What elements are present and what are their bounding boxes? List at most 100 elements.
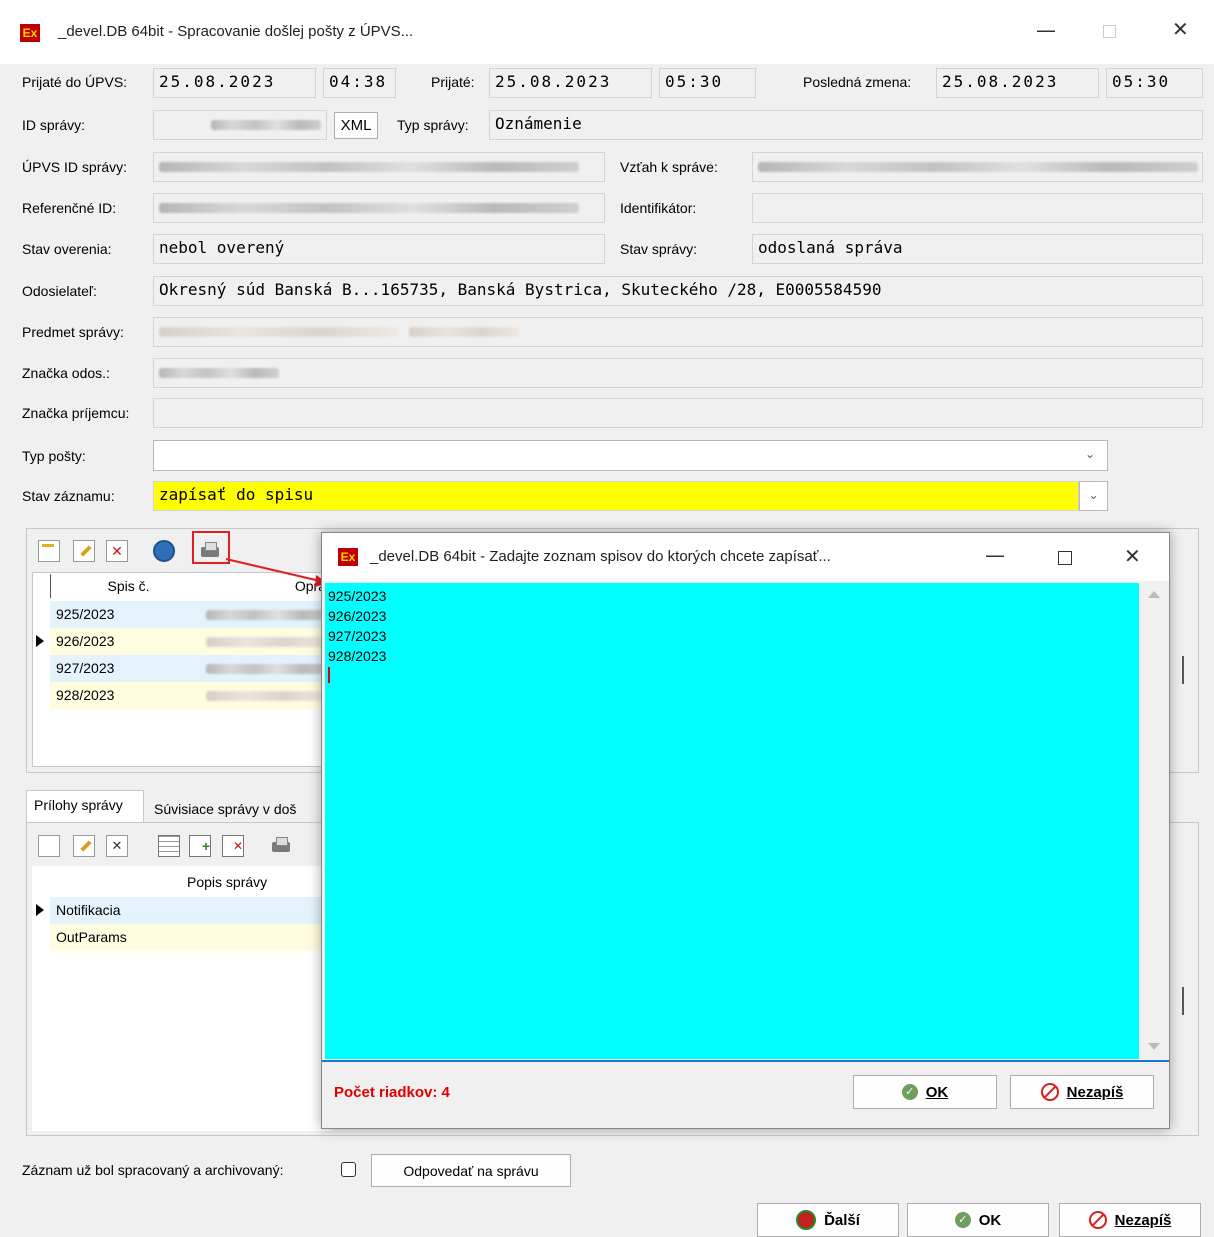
list-item[interactable]: OutParams (50, 924, 332, 951)
refresh-icon[interactable] (153, 540, 175, 562)
tab-suvisiace[interactable]: Súvisiace správy v doš (154, 801, 296, 817)
referencne-id-label: Referenčné ID: (22, 200, 117, 216)
predmet-field[interactable] (153, 317, 1203, 347)
table-icon[interactable] (158, 835, 180, 857)
delete-record-icon[interactable]: ✕ (106, 540, 128, 562)
prilohy-header[interactable]: Popis správy (50, 869, 332, 895)
odpovedat-button[interactable]: Odpovedať na správu (371, 1154, 571, 1187)
posledna-zmena-time[interactable]: 05:30 (1106, 68, 1203, 98)
predmet-label: Predmet správy: (22, 324, 124, 340)
window-title: _devel.DB 64bit - Spracovanie došlej poš… (58, 23, 414, 40)
identifikator-label: Identifikátor: (620, 200, 697, 216)
prijate-upvs-date[interactable]: 25.08.2023 (153, 68, 316, 98)
edit-record-icon[interactable] (73, 540, 95, 562)
prijate-time[interactable]: 05:30 (659, 68, 756, 98)
new-record-icon[interactable] (38, 540, 60, 562)
textarea-line: 925/2023 (328, 588, 387, 604)
textarea-line: 926/2023 (328, 608, 387, 624)
stav-zaznamu-dropdown[interactable]: ⌄ (1079, 481, 1108, 511)
ok-button[interactable]: ✓ OK (907, 1203, 1049, 1237)
table-row[interactable]: 928/2023 (50, 682, 332, 709)
spisy-header-spis[interactable]: Spis č. (50, 574, 200, 598)
prijate-upvs-time[interactable]: 04:38 (323, 68, 396, 98)
table-delete-icon[interactable]: ✕ (222, 835, 244, 857)
table-row[interactable]: 926/2023 (50, 628, 332, 655)
spis-cell: 926/2023 (56, 633, 115, 649)
stav-zaznamu-label: Stav záznamu: (22, 488, 115, 504)
chevron-down-icon[interactable]: ⌄ (1085, 447, 1099, 461)
table-row[interactable]: 927/2023 (50, 655, 332, 682)
dialog-ok-label: OK (925, 1083, 949, 1101)
prilohy-scroll-thumb[interactable] (1182, 987, 1184, 1015)
spisy-textarea[interactable]: 925/2023 926/2023 927/2023 928/2023 (325, 583, 1139, 1059)
edit-attachment-icon[interactable] (73, 835, 95, 857)
dialog-ok-button[interactable]: ✓ OK (853, 1075, 997, 1109)
ok-label: OK (978, 1211, 1002, 1229)
list-item[interactable]: Notifikacia (50, 897, 332, 924)
upvs-id-label: ÚPVS ID správy: (22, 159, 128, 175)
znacka-prijemcu-field[interactable] (153, 398, 1203, 428)
stav-spravy-label: Stav správy: (620, 241, 698, 257)
delete-attachment-icon[interactable]: ✕ (106, 835, 128, 857)
current-row-icon (36, 904, 44, 916)
stav-overenia-field[interactable]: nebol overený (153, 234, 605, 264)
maximize-icon[interactable] (1103, 25, 1116, 38)
pocet-riadkov: Počet riadkov: 4 (334, 1084, 450, 1101)
dialog-maximize-icon[interactable] (1058, 551, 1072, 565)
dialog-app-icon: Ex (338, 548, 358, 566)
znacka-odos-label: Značka odos.: (22, 365, 110, 381)
print-attachment-icon[interactable] (270, 835, 292, 857)
tab-prilohy[interactable]: Prílohy správy (34, 797, 123, 813)
new-attachment-icon[interactable] (38, 835, 60, 857)
xml-button[interactable]: XML (334, 112, 378, 139)
prijate-label: Prijaté: (431, 74, 475, 90)
scroll-up-icon[interactable] (1148, 591, 1160, 598)
table-add-icon[interactable]: + (189, 835, 211, 857)
check-icon: ✓ (954, 1212, 971, 1228)
dialog-title: _devel.DB 64bit - Zadajte zoznam spisov … (370, 548, 831, 565)
spis-cell: 925/2023 (56, 606, 115, 622)
textarea-line: 927/2023 (328, 628, 387, 644)
stav-spravy-field[interactable]: odoslaná správa (752, 234, 1203, 264)
dialog-title-bar: Ex _devel.DB 64bit - Zadajte zoznam spis… (322, 533, 1169, 581)
typ-spravy-field[interactable]: Oznámenie (489, 110, 1203, 140)
dialog-close-icon[interactable]: ✕ (1124, 544, 1141, 568)
posledna-zmena-date[interactable]: 25.08.2023 (936, 68, 1099, 98)
nezapis-button[interactable]: Nezapíš (1059, 1203, 1201, 1237)
identifikator-field[interactable] (752, 193, 1203, 223)
text-cursor (328, 667, 330, 683)
spisy-scroll-thumb[interactable] (1182, 656, 1184, 684)
table-row[interactable]: 925/2023 (50, 601, 332, 628)
odosielatel-label: Odosielateľ: (22, 283, 97, 299)
scroll-down-icon[interactable] (1148, 1043, 1160, 1050)
cancel-icon (1040, 1083, 1059, 1101)
archived-label: Záznam už bol spracovaný a archivovaný: (22, 1162, 284, 1178)
app-icon: Ex (20, 24, 40, 42)
typ-posty-label: Typ pošty: (22, 448, 86, 464)
textarea-line: 928/2023 (328, 648, 387, 664)
stav-overenia-label: Stav overenia: (22, 241, 112, 257)
znacka-prijemcu-label: Značka príjemcu: (22, 405, 130, 421)
close-icon[interactable]: ✕ (1172, 17, 1189, 41)
upvs-id-field[interactable] (153, 152, 605, 182)
referencne-id-field[interactable] (153, 193, 605, 223)
odosielatel-field[interactable]: Okresný súd Banská B...165735, Banská By… (153, 276, 1203, 306)
spis-cell: 928/2023 (56, 687, 115, 703)
dalsi-label: Ďalší (824, 1211, 860, 1229)
dalsi-icon (796, 1210, 817, 1230)
current-row-icon (36, 635, 44, 647)
stav-zaznamu-select[interactable]: zapísať do spisu (153, 481, 1079, 511)
typ-posty-select[interactable] (153, 440, 1108, 471)
dalsi-button[interactable]: Ďalší (757, 1203, 899, 1237)
id-spravy-field[interactable] (153, 110, 327, 140)
archived-checkbox[interactable] (341, 1162, 356, 1177)
vztah-label: Vzťah k správe: (620, 159, 718, 175)
znacka-odos-field[interactable] (153, 358, 1203, 388)
vztah-field[interactable] (752, 152, 1203, 182)
nezapis-label: Nezapíš (1114, 1211, 1172, 1229)
minimize-icon[interactable]: — (1036, 18, 1056, 42)
prijate-date[interactable]: 25.08.2023 (489, 68, 652, 98)
dialog-scrollbar[interactable] (1139, 583, 1169, 1059)
dialog-nezapis-button[interactable]: Nezapíš (1010, 1075, 1154, 1109)
dialog-minimize-icon[interactable]: — (985, 543, 1005, 567)
